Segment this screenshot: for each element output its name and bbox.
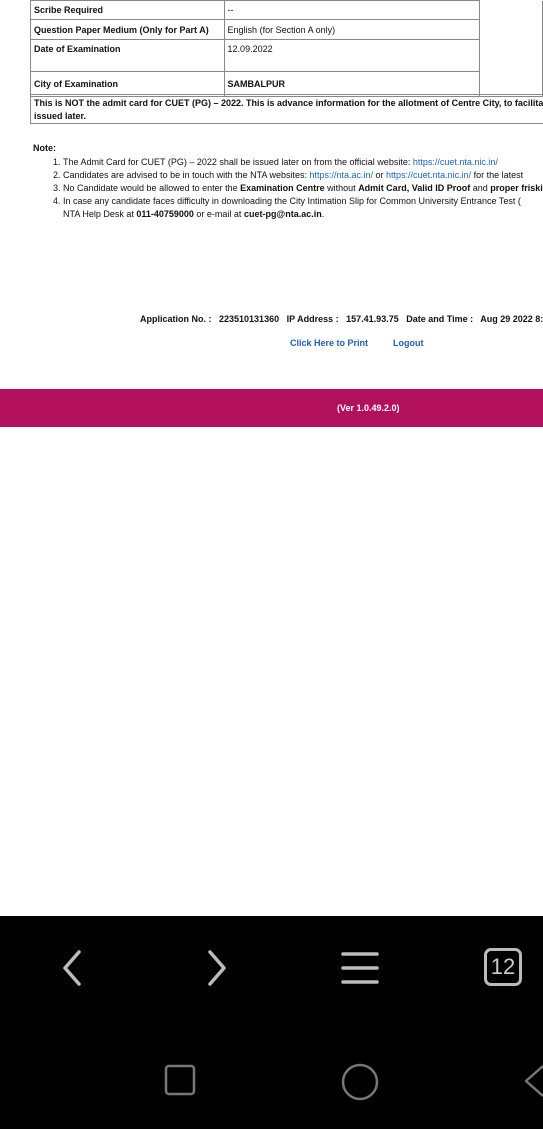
note-text: No Candidate would be allowed to enter t… [63,183,241,193]
note-text: or [373,170,387,180]
print-link[interactable]: Click Here to Print [290,338,368,348]
note-text: or e-mail at [193,209,244,219]
detail-value: English (for Section A only) [223,19,480,40]
tabs-icon[interactable]: 12 [484,948,522,986]
detail-label: Date of Examination [30,39,225,72]
detail-value: -- [223,0,480,20]
forward-icon[interactable] [198,948,234,988]
footer-bar: (Ver 1.0.49.2.0) [0,389,543,427]
photo-cell [478,0,543,97]
item-number: 1. [53,157,61,167]
menu-icon[interactable] [341,950,379,986]
list-item: 1. The Admit Card for CUET (PG) – 2022 s… [53,156,543,169]
list-item: 2. Candidates are advised to be in touch… [53,169,543,182]
app-no-label: Application No. : [140,314,212,324]
notice-box: This is NOT the admit card for CUET (PG)… [30,94,543,124]
table-row: Date of Examination 12.09.2022 [30,39,543,72]
cuet-link[interactable]: https://cuet.nta.nic.in/ [413,157,498,167]
detail-label: City of Examination [30,71,225,97]
note-text: Candidates are advised to be in touch wi… [63,170,310,180]
note-bold: proper friskin [490,183,543,193]
note-bold: Admit Card, Valid ID Proof [358,183,471,193]
list-item: 4. In case any candidate faces difficult… [53,195,543,221]
notice-line: This is NOT the admit card for CUET (PG)… [34,98,543,108]
ip-value: 157.41.93.75 [346,314,399,324]
item-number: 4. [53,196,61,206]
home-icon[interactable] [340,1062,380,1102]
tab-count: 12 [490,954,516,979]
application-info: Application No. : 223510131360 IP Addres… [140,314,543,324]
detail-value: 12.09.2022 [223,39,480,72]
item-number: 2. [53,170,61,180]
table-row: City of Examination SAMBALPUR [30,71,543,97]
notice-line: issued later. [34,111,87,121]
note-text: The Admit Card for CUET (PG) – 2022 shal… [63,157,413,167]
datetime-label: Date and Time : [406,314,474,324]
datetime-value: Aug 29 2022 8:0 [480,314,543,324]
note-text: . [321,209,325,219]
item-number: 3. [53,183,61,193]
back-icon[interactable] [55,948,91,988]
note-text: NTA Help Desk at [63,209,137,219]
detail-label: Question Paper Medium (Only for Part A) [30,19,225,40]
note-text: and [470,183,491,193]
detail-label: Scribe Required [30,0,225,20]
recent-apps-icon[interactable] [162,1062,198,1098]
note-title: Note: [33,143,56,153]
nta-link[interactable]: https://nta.ac.in/ [309,170,373,180]
system-back-icon[interactable] [520,1062,543,1100]
web-page: Scribe Required -- Question Paper Medium… [0,0,543,916]
note-text: without [324,183,359,193]
note-text: for the latest [471,170,524,180]
table-row: Question Paper Medium (Only for Part A) … [30,19,543,40]
ip-label: IP Address : [286,314,339,324]
detail-value: SAMBALPUR [223,71,480,97]
version-text: (Ver 1.0.49.2.0) [337,403,400,413]
note-bold: Examination Centre [240,183,325,193]
helpdesk-email: cuet-pg@nta.ac.in [243,209,322,219]
app-no-value: 223510131360 [219,314,280,324]
notes-list: 1. The Admit Card for CUET (PG) – 2022 s… [53,156,543,221]
logout-link[interactable]: Logout [393,338,424,348]
cuet-link[interactable]: https://cuet.nta.nic.in/ [386,170,471,180]
list-item: 3. No Candidate would be allowed to ente… [53,182,543,195]
helpdesk-phone: 011-40759000 [136,209,194,219]
details-table: Scribe Required -- Question Paper Medium… [30,0,543,97]
note-text: In case any candidate faces difficulty i… [63,196,521,206]
table-row: Scribe Required -- [30,0,543,97]
